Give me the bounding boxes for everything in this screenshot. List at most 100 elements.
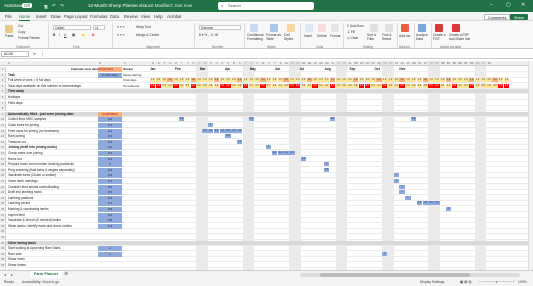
task-label[interactable]: Lambing paddock (8, 196, 33, 201)
row-number[interactable]: 20 (0, 173, 6, 179)
work-days-cell[interactable]: 0.8 (98, 207, 122, 212)
save-icon[interactable]: 🖫 (44, 3, 48, 11)
capacity-cell[interactable]: 1.0 (451, 78, 457, 83)
close-icon[interactable]: ✕ (521, 2, 525, 8)
capacity-cell[interactable]: 1.0 (300, 78, 307, 83)
work-days-cell[interactable]: 0.3 (98, 139, 122, 145)
capacity-cell[interactable]: 0.8 (411, 83, 417, 88)
capacity-cell[interactable]: 1.0 (190, 78, 196, 83)
capacity-cell[interactable]: 1.0 (440, 78, 446, 83)
work-days-cell[interactable]: 0.2 (98, 117, 122, 123)
capacity-cell[interactable]: 1.0 (208, 78, 214, 83)
capacity-cell[interactable]: 0.0 (503, 83, 510, 88)
capacity-cell[interactable]: 1.0 (271, 78, 278, 83)
capacity-cell[interactable]: 1.0 (231, 78, 237, 83)
capacity-cell[interactable]: 1.0 (225, 78, 231, 83)
task-label[interactable]: Vaccinate & drench (if needed) lambs (8, 218, 61, 223)
capacity-cell[interactable]: 0.0 (434, 83, 440, 88)
row-number[interactable]: 19 (0, 167, 6, 173)
capacity-cell[interactable]: 1.0 (329, 78, 336, 83)
conditional-formatting-icon[interactable] (250, 24, 258, 32)
week-cell[interactable]: Per labourer (123, 84, 148, 89)
task-label[interactable]: Full week of work = 5 full days (8, 78, 51, 83)
capacity-cell[interactable]: 1.0 (474, 83, 481, 88)
horizontal-scrollbar[interactable] (300, 273, 520, 277)
row-number[interactable]: 1 (0, 67, 6, 72)
insert-button[interactable]: Insert (304, 34, 312, 38)
create-share-pdf-icon[interactable] (452, 24, 460, 32)
fx-icon[interactable]: fx (33, 51, 36, 56)
task-label[interactable]: Consider feed animal control/baiting (8, 185, 59, 190)
capacity-cell[interactable]: 0.8 (492, 83, 498, 88)
row-number[interactable]: 32 (0, 240, 6, 246)
task-label[interactable]: Ram sale (8, 252, 21, 257)
capacity-cell[interactable]: 0.8 (341, 83, 347, 88)
merge-center-button[interactable]: Merge & Center (136, 33, 159, 37)
task-cell[interactable]: 0.4 (283, 151, 289, 155)
capacity-cell[interactable]: 1.0 (283, 78, 289, 83)
work-days-cell[interactable] (98, 78, 122, 83)
work-days-cell[interactable]: 1 (98, 246, 122, 252)
work-days-cell[interactable]: 2 (98, 251, 122, 257)
task-label[interactable]: Shear lambs (8, 263, 26, 268)
capacity-cell[interactable]: 0.0 (399, 83, 405, 88)
capacity-cell[interactable]: 1.0 (248, 78, 254, 83)
capacity-cell[interactable]: 1.0 (179, 78, 185, 83)
row-number[interactable]: 3 (0, 78, 6, 84)
redo-icon[interactable]: ↷ (60, 3, 64, 9)
align-left-icon[interactable]: ≡ ≡ ≡ (117, 33, 125, 37)
capacity-cell[interactable]: 1.0 (498, 78, 504, 83)
capacity-cell[interactable]: 1.0 (219, 78, 225, 83)
capacity-cell[interactable]: 1.0 (370, 78, 376, 83)
capacity-cell[interactable]: 0.0 (382, 83, 388, 88)
capacity-cell[interactable]: 0.2 (179, 83, 185, 88)
work-days-cell[interactable] (98, 263, 122, 268)
row-number[interactable]: 18 (0, 162, 6, 168)
undo-icon[interactable]: ↶ (52, 3, 56, 9)
capacity-cell[interactable]: 1.0 (353, 78, 359, 83)
row-number[interactable]: 35 (0, 257, 6, 263)
column-letter[interactable]: C (124, 61, 126, 66)
capacity-cell[interactable]: 1.0 (399, 78, 405, 83)
capacity-cell[interactable]: 1.0 (295, 78, 301, 83)
accessibility-status[interactable]: Accessibility: Good to go (22, 280, 59, 284)
currency-icon[interactable]: $ ▾ % , .0 .00 (199, 33, 218, 37)
work-days-cell[interactable]: 0.5 (98, 134, 122, 140)
task-cell[interactable]: 0.2 (329, 117, 336, 122)
horizontal-scroll-thumb[interactable] (320, 273, 470, 277)
capacity-cell[interactable]: 1.0 (428, 78, 434, 83)
task-label[interactable]: Joining (draft into joining mobs) (8, 145, 57, 150)
row-number[interactable]: 33 (0, 246, 6, 252)
row-number[interactable]: 31 (0, 235, 6, 240)
task-cell[interactable]: 0.5 (422, 201, 428, 206)
capacity-cell[interactable]: 1.0 (347, 78, 353, 83)
capacity-cell[interactable]: 0.2 (376, 83, 382, 88)
minimize-icon[interactable]: – (490, 2, 493, 8)
capacity-cell[interactable]: 0.2 (387, 83, 394, 88)
row-number[interactable]: 9 (0, 111, 6, 117)
task-label[interactable]: Ram joining (8, 134, 25, 139)
task-label[interactable]: Shear ewes (8, 257, 25, 262)
task-cell[interactable]: 0.3 (237, 139, 243, 144)
capacity-cell[interactable]: 1.0 (237, 78, 243, 83)
tab-view[interactable]: View (141, 14, 150, 19)
task-cell[interactable]: 0.2 (202, 128, 208, 133)
capacity-cell[interactable]: 0.0 (173, 83, 179, 88)
capacity-cell[interactable]: 0.0 (428, 83, 434, 88)
capacity-cell[interactable]: 1.0 (155, 78, 162, 83)
capacity-cell[interactable]: 1.0 (173, 78, 179, 83)
display-settings-button[interactable]: Display Settings (420, 280, 444, 284)
task-label[interactable]: Other timing tasks (8, 241, 36, 246)
task-cell[interactable]: 0.5 (428, 201, 434, 206)
task-label[interactable]: Total days available on this number of w… (8, 84, 81, 89)
format-as-table-button[interactable]: Format as Table (266, 33, 284, 41)
work-days-cell[interactable]: 0.5 (98, 167, 122, 173)
autosave-toggle[interactable]: Off (22, 2, 32, 8)
work-days-cell[interactable]: 0.5 (98, 190, 122, 196)
capacity-cell[interactable]: 1.0 (457, 78, 463, 83)
capacity-cell[interactable]: 0.8 (202, 83, 208, 88)
task-label[interactable]: Feed rams for joining (no treatment) (8, 129, 59, 134)
work-days-cell[interactable]: 0.4 (98, 223, 122, 229)
capacity-cell[interactable]: 1.0 (393, 78, 399, 83)
cut-button[interactable]: Cut (18, 24, 23, 28)
